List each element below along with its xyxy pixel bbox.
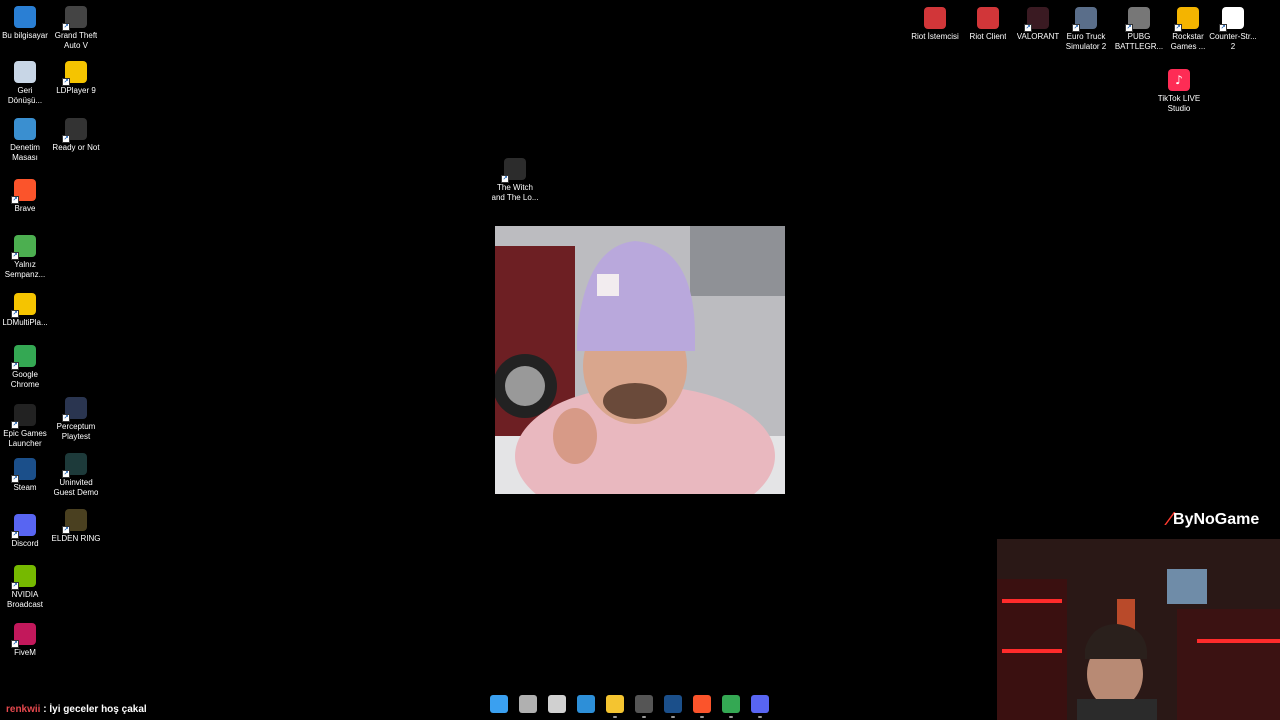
- epic-games-icon: ↗: [11, 404, 36, 429]
- computer-icon: [14, 6, 36, 28]
- taskbar-discord-icon[interactable]: [751, 695, 769, 718]
- euro-truck-icon: ↗: [1072, 7, 1097, 32]
- taskbar-file-explorer-icon[interactable]: [606, 695, 624, 718]
- desktop-icon-label: Counter-Str... 2: [1209, 32, 1257, 51]
- center-photo: [495, 226, 785, 494]
- stream-brand-logo: ⁄ ByNoGame: [1168, 509, 1259, 530]
- desktop-icon-brave[interactable]: ↗ Brave: [0, 179, 55, 214]
- desktop-icon-chrome[interactable]: ↗ Yalnız Sempanz...: [0, 235, 55, 280]
- desktop-icon-nvidia[interactable]: ↗ NVIDIA Broadcast: [0, 565, 55, 610]
- desktop-icon-perceptum[interactable]: ↗ Perceptum Playtest: [46, 397, 106, 442]
- chat-separator: :: [43, 704, 47, 715]
- riot-icon: [977, 7, 999, 29]
- chrome-icon: ↗: [11, 235, 36, 260]
- desktop-icon-uninvited-guest[interactable]: ↗ Uninvited Guest Demo: [46, 453, 106, 498]
- pubg-icon: ↗: [1125, 7, 1150, 32]
- desktop-icon-file[interactable]: ↗ Counter-Str... 2: [1203, 7, 1263, 52]
- desktop-icon-label: Google Chrome: [10, 370, 40, 389]
- gta-icon: ↗: [62, 6, 87, 31]
- desktop-icon-label: Denetim Masası: [10, 143, 40, 162]
- desktop-icon-label: Riot İstemcisi: [911, 32, 959, 41]
- desktop-icon-label: Euro Truck Simulator 2: [1065, 32, 1107, 51]
- desktop-icon-tiktok-live[interactable]: ♪ TikTok LIVE Studio: [1149, 69, 1209, 114]
- control-panel-icon: [14, 118, 36, 140]
- file-icon: ↗: [1219, 7, 1244, 32]
- webcam-overlay: [997, 539, 1280, 720]
- desktop-icon-elden-ring[interactable]: ↗ ELDEN RING: [46, 509, 106, 544]
- desktop-icon-label: Riot Client: [969, 32, 1007, 41]
- desktop-icon-label: ELDEN RING: [51, 534, 101, 543]
- desktop-icon-label: Discord: [11, 539, 39, 548]
- perceptum-icon: ↗: [62, 397, 87, 422]
- desktop-icon-gta[interactable]: ↗ Grand Theft Auto V: [46, 6, 106, 51]
- desktop-icon-ldplayer[interactable]: ↗ LDPlayer 9: [46, 61, 106, 96]
- taskbar: [490, 692, 769, 718]
- riot-icon: [924, 7, 946, 29]
- desktop-icon-label: Rockstar Games ...: [1170, 32, 1206, 51]
- desktop-icon-label: Brave: [14, 204, 36, 213]
- brand-mark-icon: ⁄: [1168, 509, 1172, 529]
- brand-name: ByNoGame: [1173, 510, 1260, 528]
- chat-message: renkwii : İyi geceler hoş çakal: [6, 704, 147, 715]
- desktop-icon-chrome[interactable]: ↗ Google Chrome: [0, 345, 55, 390]
- desktop-icon-label: NVIDIA Broadcast: [6, 590, 44, 609]
- ready-or-not-icon: ↗: [62, 118, 87, 143]
- taskbar-task-view-icon[interactable]: [519, 695, 537, 713]
- desktop-icon-label: Yalnız Sempanz...: [4, 260, 46, 279]
- desktop-icon-label: Perceptum Playtest: [56, 422, 96, 441]
- ldmultiplayer-icon: ↗: [11, 293, 36, 318]
- desktop-icon-fivem[interactable]: ↗ FiveM: [0, 623, 55, 658]
- taskbar-photos-icon[interactable]: [577, 695, 595, 713]
- desktop-icon-label: Epic Games Launcher: [3, 429, 47, 448]
- desktop-icon-label: The Witch and The Lo...: [491, 183, 539, 202]
- desktop-icon-label: TikTok LIVE Studio: [1157, 94, 1201, 113]
- discord-icon: ↗: [11, 514, 36, 539]
- desktop-icon-label: Steam: [13, 483, 37, 492]
- desktop-icon-label: Ready or Not: [52, 143, 100, 152]
- desktop-icon-label: LDMultiPla...: [2, 318, 48, 327]
- taskbar-windows-start-icon[interactable]: [490, 695, 508, 713]
- taskbar-chrome-icon[interactable]: [722, 695, 740, 718]
- brave-icon: ↗: [11, 179, 36, 204]
- taskbar-steam-icon[interactable]: [664, 695, 682, 718]
- desktop-icon-label: FiveM: [14, 648, 36, 657]
- taskbar-brave-icon[interactable]: [693, 695, 711, 718]
- chat-username: renkwii: [6, 704, 41, 715]
- desktop-icon-label: Geri Dönüşü...: [7, 86, 43, 105]
- taskbar-snipping-tool-icon[interactable]: [548, 695, 566, 713]
- desktop-icon-label: PUBG BATTLEGR...: [1114, 32, 1164, 51]
- nvidia-icon: ↗: [11, 565, 36, 590]
- uninvited-guest-icon: ↗: [62, 453, 87, 478]
- taskbar-obs-icon[interactable]: [635, 695, 653, 718]
- desktop-icon-euro-truck[interactable]: ↗ Euro Truck Simulator 2: [1056, 7, 1116, 52]
- recycle-bin-icon: [14, 61, 36, 83]
- desktop-icon-witch-game[interactable]: ↗ The Witch and The Lo...: [485, 158, 545, 203]
- steam-icon: ↗: [11, 458, 36, 483]
- desktop-icon-ready-or-not[interactable]: ↗ Ready or Not: [46, 118, 106, 153]
- desktop-icon-riot[interactable]: Riot İstemcisi: [905, 7, 965, 42]
- desktop-icon-label: Bu bilgisayar: [2, 31, 48, 40]
- desktop-icon-label: LDPlayer 9: [56, 86, 96, 95]
- chat-text: İyi geceler hoş çakal: [49, 704, 147, 715]
- desktop-icon-ldmultiplayer[interactable]: ↗ LDMultiPla...: [0, 293, 55, 328]
- elden-ring-icon: ↗: [62, 509, 87, 534]
- rockstar-icon: ↗: [1174, 7, 1199, 32]
- witch-game-icon: ↗: [501, 158, 526, 183]
- desktop-icon-label: Uninvited Guest Demo: [53, 478, 99, 497]
- chrome-icon: ↗: [11, 345, 36, 370]
- valorant-icon: ↗: [1024, 7, 1049, 32]
- tiktok-live-icon: ♪: [1168, 69, 1190, 91]
- ldplayer-icon: ↗: [62, 61, 87, 86]
- fivem-icon: ↗: [11, 623, 36, 648]
- desktop-icon-label: VALORANT: [1016, 32, 1060, 41]
- desktop-icon-label: Grand Theft Auto V: [54, 31, 98, 50]
